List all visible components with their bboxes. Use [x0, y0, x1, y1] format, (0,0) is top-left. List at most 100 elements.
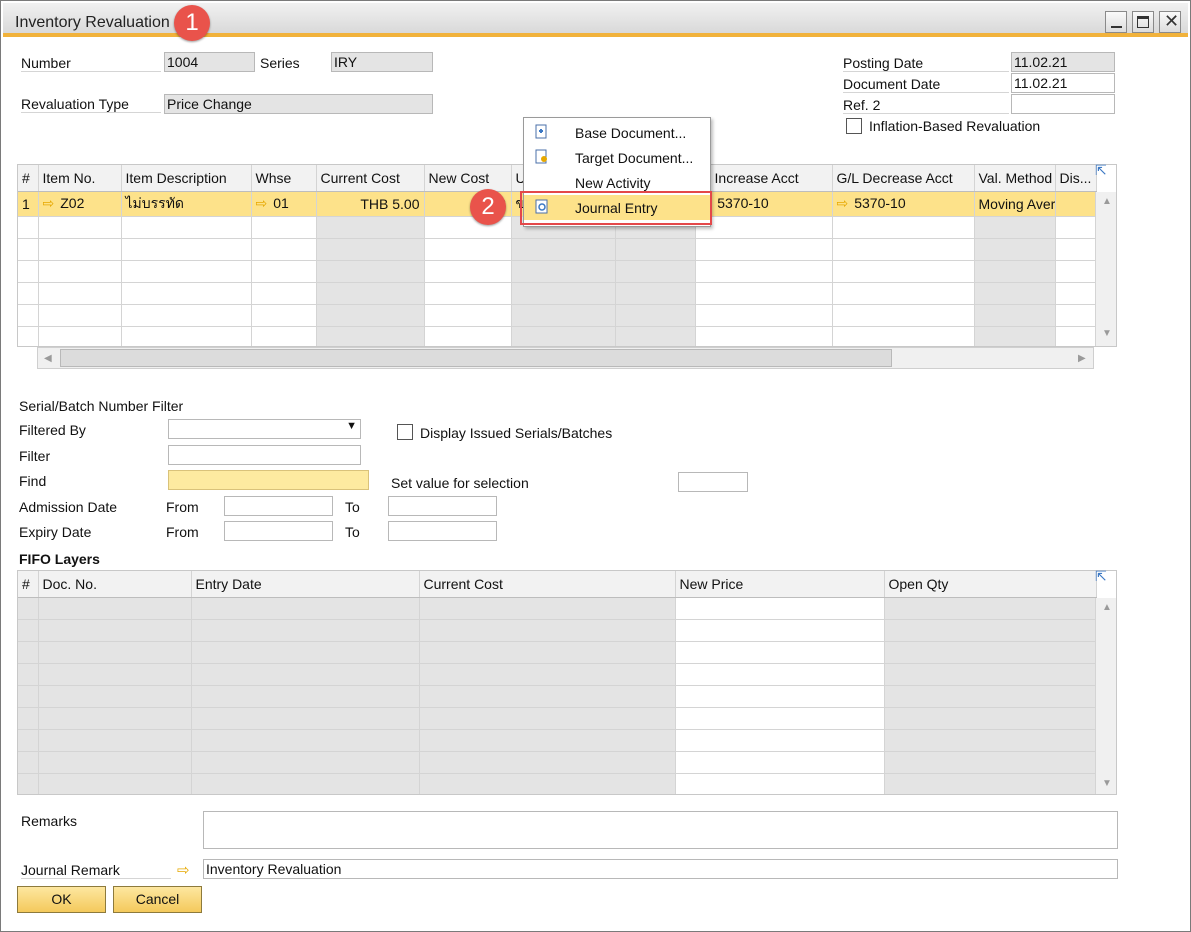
- scroll-down-icon[interactable]: ▼: [1102, 328, 1112, 339]
- scroll-thumb[interactable]: [60, 349, 892, 367]
- col-num[interactable]: #: [18, 165, 39, 192]
- table-row[interactable]: [18, 641, 1097, 664]
- table-row[interactable]: [18, 707, 1097, 730]
- table-row[interactable]: [18, 326, 1097, 346]
- journal-remark-field[interactable]: Inventory Revaluation: [203, 859, 1118, 879]
- item-no-value: Z02: [60, 195, 85, 211]
- fifo-col-current-cost[interactable]: Current Cost: [419, 571, 676, 598]
- table-row[interactable]: [18, 773, 1097, 794]
- filter-label: Filter: [19, 448, 51, 464]
- col-increase-acct[interactable]: /L Increase Acct: [695, 165, 833, 192]
- scroll-left-icon[interactable]: ◀: [44, 353, 52, 364]
- col-dis[interactable]: Dis...: [1055, 165, 1097, 192]
- table-row[interactable]: [18, 663, 1097, 686]
- current-cost-cell[interactable]: THB 5.00: [316, 191, 425, 217]
- ref2-field[interactable]: [1011, 94, 1115, 114]
- filtered-by-label: Filtered By: [19, 422, 86, 438]
- menu-item-label: Target Document...: [575, 150, 694, 166]
- fifo-layers-title: FIFO Layers: [19, 551, 100, 567]
- filter-field[interactable]: [168, 445, 361, 465]
- col-val-method[interactable]: Val. Method: [974, 165, 1056, 192]
- filtered-by-select[interactable]: ▼: [168, 419, 361, 439]
- inflation-checkbox[interactable]: [846, 118, 862, 134]
- table-row[interactable]: [18, 685, 1097, 708]
- admission-to-field[interactable]: [388, 496, 497, 516]
- table-row[interactable]: [18, 282, 1097, 305]
- table-row[interactable]: [18, 751, 1097, 774]
- document-date-field[interactable]: 11.02.21: [1011, 73, 1115, 93]
- decrease-acct-value: 5370-10: [854, 195, 906, 211]
- link-arrow-icon[interactable]: ⇨: [43, 195, 55, 211]
- decrease-acct-cell[interactable]: ⇨ 5370-10: [832, 191, 975, 217]
- close-icon: ✕: [1164, 11, 1180, 31]
- step-badge-2: 2: [470, 189, 506, 225]
- link-arrow-icon[interactable]: ⇨: [177, 861, 190, 879]
- fifo-col-open-qty[interactable]: Open Qty: [884, 571, 1097, 598]
- find-label: Find: [19, 473, 47, 489]
- set-value-field[interactable]: [678, 472, 748, 492]
- increase-acct-cell[interactable]: ⇨5370-10: [695, 191, 833, 217]
- expand-grid-icon[interactable]: ⇱: [1095, 162, 1107, 179]
- series-field[interactable]: IRY: [331, 52, 433, 72]
- items-vertical-scrollbar[interactable]: ▲ ▼: [1095, 192, 1116, 346]
- scroll-right-icon[interactable]: ▶: [1078, 353, 1086, 364]
- ref2-label: Ref. 2: [843, 97, 1009, 114]
- journal-entry-highlight: [520, 191, 712, 225]
- admission-to-label: To: [345, 499, 360, 515]
- dis-cell[interactable]: [1055, 191, 1097, 217]
- inventory-revaluation-window: Inventory Revaluation ✕ 1 Number 1004 Se…: [0, 0, 1191, 932]
- menu-item-target-document[interactable]: Target Document...: [524, 145, 710, 170]
- fifo-col-new-price[interactable]: New Price: [675, 571, 885, 598]
- table-row[interactable]: [18, 729, 1097, 752]
- admission-from-field[interactable]: [224, 496, 333, 516]
- col-item-no[interactable]: Item No.: [38, 165, 122, 192]
- fifo-vertical-scrollbar[interactable]: ▲ ▼: [1095, 598, 1116, 794]
- chevron-down-icon[interactable]: ▼: [346, 420, 357, 432]
- item-no-cell[interactable]: ⇨ Z02: [38, 191, 122, 217]
- table-row[interactable]: [18, 238, 1097, 261]
- series-label: Series: [260, 55, 300, 71]
- display-issued-checkbox[interactable]: [397, 424, 413, 440]
- minimize-button[interactable]: [1105, 11, 1127, 33]
- expiry-date-label: Expiry Date: [19, 524, 92, 540]
- table-row[interactable]: [18, 619, 1097, 642]
- expand-fifo-icon[interactable]: ⇱: [1095, 568, 1107, 585]
- items-horizontal-scrollbar[interactable]: ◀ ▶: [37, 347, 1094, 369]
- col-item-description[interactable]: Item Description: [121, 165, 252, 192]
- item-description-cell[interactable]: ไม่บรรทัด: [121, 191, 252, 217]
- number-field[interactable]: 1004: [164, 52, 255, 72]
- scroll-down-icon[interactable]: ▼: [1102, 778, 1112, 789]
- document-date-label: Document Date: [843, 76, 1009, 93]
- val-method-cell[interactable]: Moving Avera: [974, 191, 1056, 217]
- revaluation-type-field[interactable]: Price Change: [164, 94, 433, 114]
- col-new-cost[interactable]: New Cost: [424, 165, 512, 192]
- remarks-field[interactable]: [203, 811, 1118, 849]
- table-row[interactable]: [18, 304, 1097, 327]
- fifo-col-num[interactable]: #: [18, 571, 39, 598]
- table-row[interactable]: [18, 597, 1097, 620]
- maximize-button[interactable]: [1132, 11, 1154, 33]
- col-whse[interactable]: Whse: [251, 165, 317, 192]
- col-decrease-acct[interactable]: G/L Decrease Acct: [832, 165, 975, 192]
- fifo-col-entry-date[interactable]: Entry Date: [191, 571, 420, 598]
- close-button[interactable]: ✕: [1159, 11, 1181, 33]
- menu-item-label: Base Document...: [575, 125, 687, 141]
- ok-button[interactable]: OK: [17, 886, 106, 913]
- scroll-up-icon[interactable]: ▲: [1102, 602, 1112, 613]
- expiry-from-field[interactable]: [224, 521, 333, 541]
- window-title: Inventory Revaluation: [15, 14, 170, 31]
- posting-date-field[interactable]: 11.02.21: [1011, 52, 1115, 72]
- link-arrow-icon[interactable]: ⇨: [256, 195, 268, 211]
- col-current-cost[interactable]: Current Cost: [316, 165, 425, 192]
- scroll-up-icon[interactable]: ▲: [1102, 196, 1112, 207]
- link-arrow-icon[interactable]: ⇨: [837, 195, 849, 211]
- find-field[interactable]: [168, 470, 369, 490]
- whse-cell[interactable]: ⇨ 01: [251, 191, 317, 217]
- menu-item-base-document[interactable]: Base Document...: [524, 120, 710, 145]
- table-row[interactable]: [18, 260, 1097, 283]
- fifo-col-doc-no[interactable]: Doc. No.: [38, 571, 192, 598]
- expiry-to-field[interactable]: [388, 521, 497, 541]
- base-document-icon: [534, 124, 550, 140]
- cancel-button[interactable]: Cancel: [113, 886, 202, 913]
- increase-acct-value: 5370-10: [717, 195, 769, 211]
